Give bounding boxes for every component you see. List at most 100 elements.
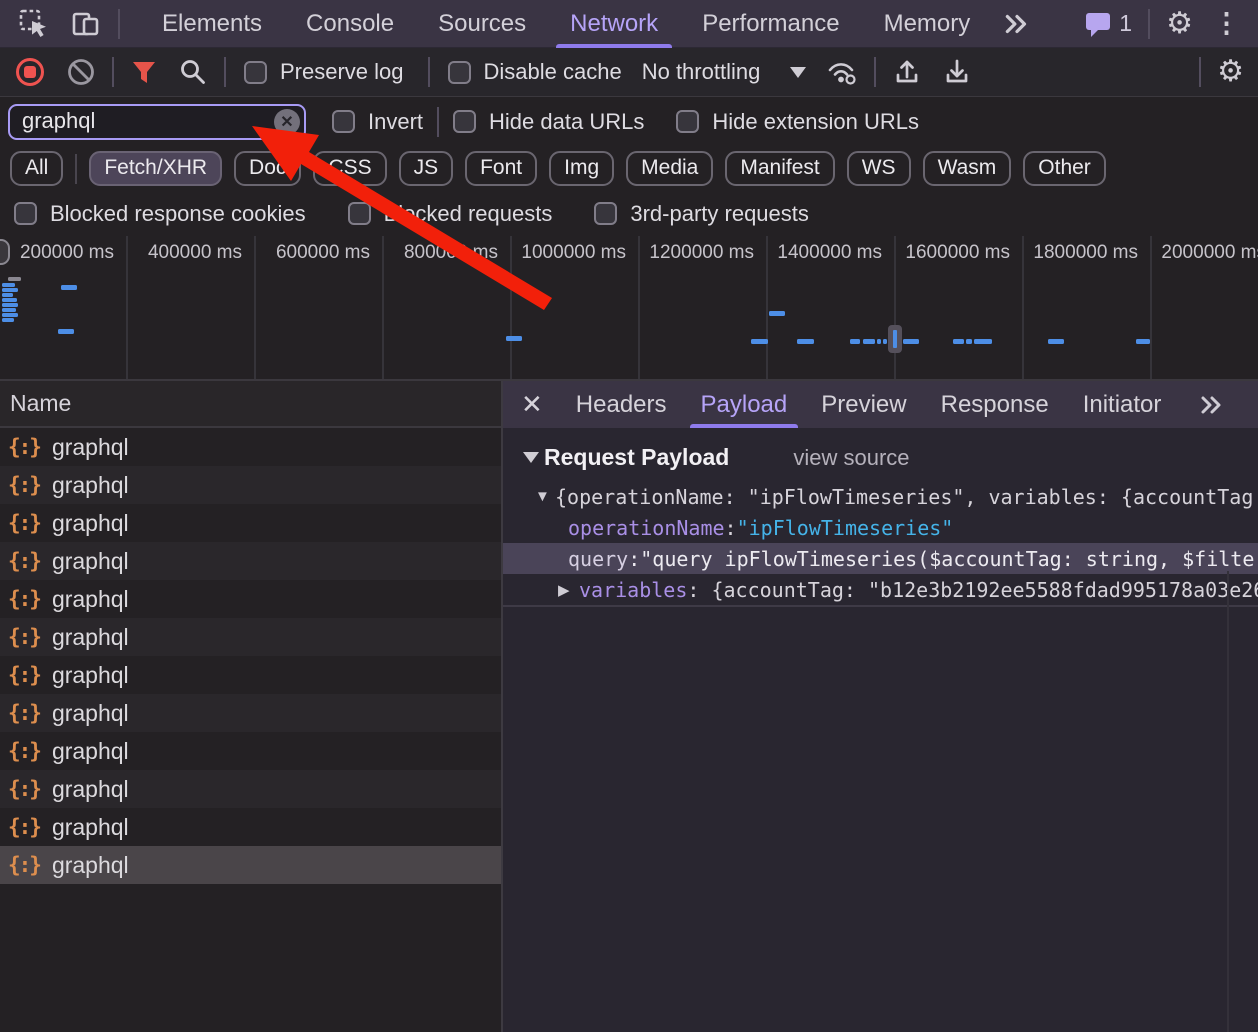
detail-tab-preview[interactable]: Preview xyxy=(804,381,923,428)
timeline-tick: 1400000 ms xyxy=(768,236,896,381)
invert-checkbox[interactable]: Invert xyxy=(332,109,423,135)
more-tabs-icon[interactable] xyxy=(992,0,1042,48)
record-network-log-button[interactable] xyxy=(16,58,44,86)
request-row[interactable]: {:}graphql xyxy=(0,542,501,580)
clear-filter-icon[interactable]: ✕ xyxy=(274,109,300,135)
payload-tree: ▼ {operationName: "ipFlowTimeseries", var… xyxy=(503,481,1258,607)
device-toolbar-icon[interactable] xyxy=(60,0,112,48)
expanded-arrow-icon[interactable]: ▼ xyxy=(535,488,550,505)
checkbox-box[interactable] xyxy=(594,202,617,225)
filter-chip-img[interactable]: Img xyxy=(549,151,614,186)
detail-tab-payload[interactable]: Payload xyxy=(684,381,805,428)
tab-memory[interactable]: Memory xyxy=(862,0,993,48)
filter-chip-js[interactable]: JS xyxy=(399,151,454,186)
tab-elements[interactable]: Elements xyxy=(140,0,284,48)
checkbox-box[interactable] xyxy=(244,61,267,84)
filter-chip-ws[interactable]: WS xyxy=(847,151,911,186)
payload-line[interactable]: ▶variables: {accountTag: "b12e3b2192ee55… xyxy=(503,574,1258,605)
checkbox-box[interactable] xyxy=(14,202,37,225)
checkbox-box[interactable] xyxy=(332,110,355,133)
checkbox-box[interactable] xyxy=(676,110,699,133)
throttling-select[interactable]: No throttling xyxy=(642,59,807,85)
inspect-element-icon[interactable] xyxy=(8,0,60,48)
hide-data-urls-checkbox[interactable]: Hide data URLs xyxy=(453,109,644,135)
waterfall-bar xyxy=(863,339,875,344)
export-har-icon[interactable] xyxy=(932,48,982,96)
request-row[interactable]: {:}graphql xyxy=(0,504,501,542)
issues-count[interactable]: 1 xyxy=(1119,10,1132,37)
name-column-header[interactable]: Name xyxy=(0,381,501,428)
waterfall-bar xyxy=(797,339,814,344)
checkbox-box[interactable] xyxy=(348,202,371,225)
import-har-icon[interactable] xyxy=(882,48,932,96)
collapsed-arrow-icon[interactable]: ▶ xyxy=(558,581,570,599)
filter-funnel-icon[interactable] xyxy=(120,48,168,96)
checkbox-box[interactable] xyxy=(448,61,471,84)
waterfall-bar xyxy=(1136,339,1150,344)
clear-network-log-icon[interactable] xyxy=(56,48,106,96)
filter-chip-manifest[interactable]: Manifest xyxy=(725,151,834,186)
filter-chip-wasm[interactable]: Wasm xyxy=(923,151,1012,186)
payload-segment: {operationName: "ipFlowTimeseries", vari… xyxy=(555,485,1253,509)
network-overview-timeline[interactable]: 200000 ms400000 ms600000 ms800000 ms1000… xyxy=(0,236,1258,381)
name-column-label: Name xyxy=(10,390,71,417)
request-payload-section-header[interactable]: Request Payload view source xyxy=(523,444,1258,471)
timeline-tick: 1200000 ms xyxy=(640,236,768,381)
disable-cache-checkbox[interactable]: Disable cache xyxy=(448,59,622,85)
request-row[interactable]: {:}graphql xyxy=(0,580,501,618)
throttling-value: No throttling xyxy=(642,59,761,85)
request-name: graphql xyxy=(52,624,129,651)
filter-input[interactable] xyxy=(8,104,306,140)
request-row[interactable]: {:}graphql xyxy=(0,466,501,504)
filter-chip-fetch-xhr[interactable]: Fetch/XHR xyxy=(89,151,222,186)
tab-network[interactable]: Network xyxy=(548,0,680,48)
filter-chip-css[interactable]: CSS xyxy=(313,151,386,186)
blocked-response-cookies-checkbox[interactable]: Blocked response cookies xyxy=(14,201,306,227)
detail-tab-initiator[interactable]: Initiator xyxy=(1066,381,1179,428)
3rd-party-requests-checkbox[interactable]: 3rd-party requests xyxy=(594,201,809,227)
preserve-log-label: Preserve log xyxy=(280,59,404,85)
request-row[interactable]: {:}graphql xyxy=(0,770,501,808)
collapse-triangle-icon xyxy=(523,452,539,463)
more-detail-tabs-icon[interactable] xyxy=(1188,381,1236,429)
request-row[interactable]: {:}graphql xyxy=(0,732,501,770)
divider xyxy=(437,107,439,137)
filter-chip-all[interactable]: All xyxy=(10,151,63,186)
request-row[interactable]: {:}graphql xyxy=(0,846,501,884)
search-icon[interactable] xyxy=(168,48,218,96)
filter-chip-media[interactable]: Media xyxy=(626,151,713,186)
network-conditions-icon[interactable] xyxy=(816,48,868,96)
payload-line[interactable]: ▼ {operationName: "ipFlowTimeseries", var… xyxy=(503,481,1258,512)
settings-gear-icon[interactable]: ⚙ xyxy=(1156,0,1203,48)
tab-performance[interactable]: Performance xyxy=(680,0,861,48)
close-detail-icon[interactable]: ✕ xyxy=(503,389,559,420)
request-row[interactable]: {:}graphql xyxy=(0,694,501,732)
filter-chip-other[interactable]: Other xyxy=(1023,151,1106,186)
payload-line[interactable]: query: "query ipFlowTimeseries($accountT… xyxy=(503,543,1258,574)
view-source-link[interactable]: view source xyxy=(793,445,909,471)
filter-chip-font[interactable]: Font xyxy=(465,151,537,186)
detail-tab-response[interactable]: Response xyxy=(924,381,1066,428)
waterfall-bar xyxy=(966,339,972,344)
timeline-tick: 400000 ms xyxy=(128,236,256,381)
request-row[interactable]: {:}graphql xyxy=(0,428,501,466)
scrollbar-gutter xyxy=(1227,571,1229,1032)
detail-tab-headers[interactable]: Headers xyxy=(559,381,684,428)
request-rows: {:}graphql{:}graphql{:}graphql{:}graphql… xyxy=(0,428,501,884)
issues-icon[interactable] xyxy=(1073,0,1115,48)
request-row[interactable]: {:}graphql xyxy=(0,656,501,694)
waterfall-bar xyxy=(2,308,16,312)
request-detail-pane: ✕ HeadersPayloadPreviewResponseInitiator… xyxy=(501,381,1258,1032)
network-settings-gear-icon[interactable]: ⚙ xyxy=(1207,48,1254,96)
tab-sources[interactable]: Sources xyxy=(416,0,548,48)
blocked-requests-checkbox[interactable]: Blocked requests xyxy=(348,201,553,227)
filter-chip-doc[interactable]: Doc xyxy=(234,151,301,186)
tab-console[interactable]: Console xyxy=(284,0,416,48)
payload-line[interactable]: operationName: "ipFlowTimeseries" xyxy=(503,512,1258,543)
request-row[interactable]: {:}graphql xyxy=(0,618,501,656)
request-row[interactable]: {:}graphql xyxy=(0,808,501,846)
kebab-menu-icon[interactable]: ⋮ xyxy=(1203,0,1250,48)
checkbox-box[interactable] xyxy=(453,110,476,133)
preserve-log-checkbox[interactable]: Preserve log xyxy=(244,59,404,85)
hide-extension-urls-checkbox[interactable]: Hide extension URLs xyxy=(676,109,919,135)
